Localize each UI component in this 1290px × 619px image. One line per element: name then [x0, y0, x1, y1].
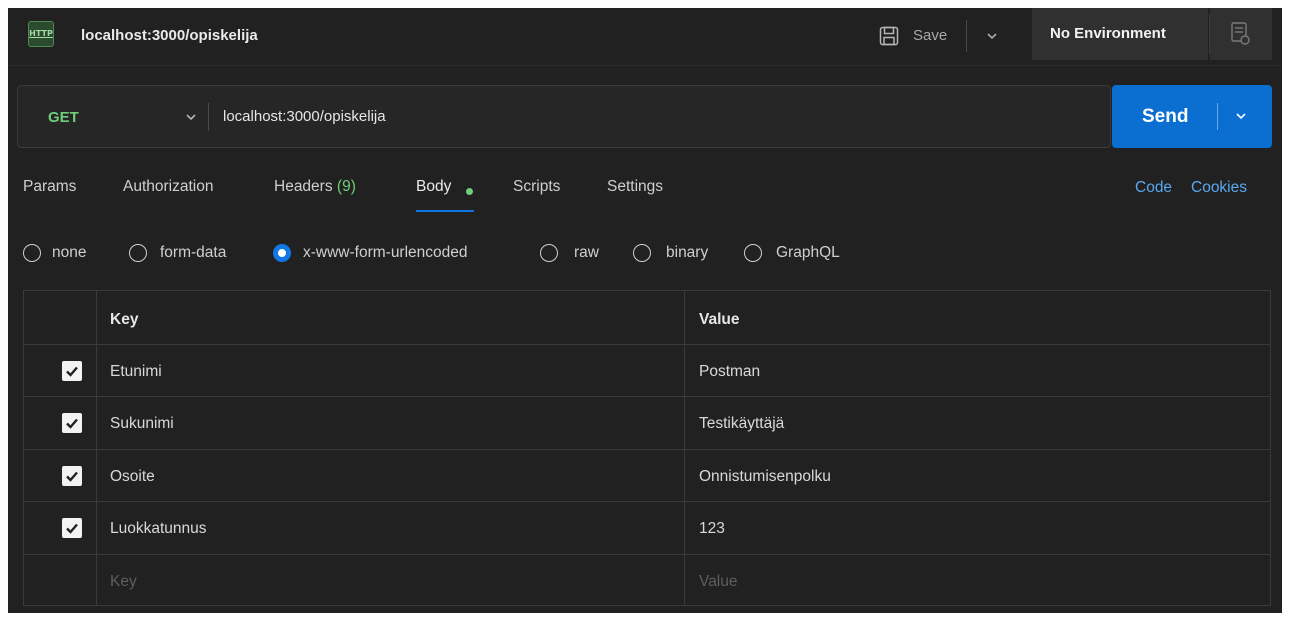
- method-selector[interactable]: GET: [48, 109, 79, 126]
- checkbox-checked-icon: [66, 418, 78, 429]
- row-value[interactable]: Testikäyttäjä: [699, 415, 784, 433]
- table-row-new: Key Value: [24, 555, 1270, 607]
- tab-headers-label: Headers: [274, 178, 333, 195]
- row-key[interactable]: Osoite: [110, 468, 155, 486]
- key-value-table: Key Value Etunimi Postman Sukunimi Testi…: [23, 290, 1271, 606]
- table-row: Luokkatunnus 123: [24, 502, 1270, 554]
- radio-x-www-form-urlencoded[interactable]: [273, 244, 291, 262]
- divider: [966, 20, 967, 52]
- chevron-down-icon[interactable]: [980, 24, 1004, 48]
- send-label: Send: [1142, 106, 1189, 127]
- radio-form-data[interactable]: [129, 244, 147, 262]
- radio-x-www-form-urlencoded-label[interactable]: x-www-form-urlencoded: [303, 244, 468, 262]
- row-enabled-checkbox[interactable]: [62, 361, 82, 381]
- radio-form-data-label[interactable]: form-data: [160, 244, 226, 262]
- tab-scripts[interactable]: Scripts: [513, 178, 560, 196]
- http-icon: HTTP: [28, 21, 54, 47]
- tab-headers[interactable]: Headers (9): [274, 178, 356, 196]
- request-title-bar: HTTP localhost:3000/opiskelija Save No E…: [8, 8, 1282, 66]
- body-modified-dot: [466, 188, 473, 195]
- send-button[interactable]: Send: [1112, 85, 1272, 148]
- radio-none-label[interactable]: none: [52, 244, 86, 262]
- table-row: Etunimi Postman: [24, 345, 1270, 397]
- chevron-down-icon[interactable]: [182, 108, 200, 126]
- divider: [208, 103, 209, 131]
- headers-count-badge: (9): [336, 178, 356, 195]
- url-input[interactable]: [223, 108, 1083, 125]
- environment-quicklook-icon: [1231, 22, 1250, 45]
- row-enabled-checkbox[interactable]: [62, 466, 82, 486]
- row-key[interactable]: Etunimi: [110, 363, 162, 381]
- table-row: Osoite Onnistumisenpolku: [24, 450, 1270, 502]
- tab-body[interactable]: Body: [416, 178, 451, 196]
- row-enabled-checkbox[interactable]: [62, 413, 82, 433]
- row-value[interactable]: Postman: [699, 363, 760, 381]
- code-link[interactable]: Code: [1135, 179, 1172, 197]
- radio-graphql-label[interactable]: GraphQL: [776, 244, 840, 262]
- environment-selector[interactable]: No Environment: [1032, 8, 1208, 60]
- tab-settings[interactable]: Settings: [607, 178, 663, 196]
- row-key[interactable]: Luokkatunnus: [110, 520, 207, 538]
- chevron-down-icon[interactable]: [1232, 107, 1250, 125]
- radio-binary[interactable]: [633, 244, 651, 262]
- radio-graphql[interactable]: [744, 244, 762, 262]
- radio-binary-label[interactable]: binary: [666, 244, 708, 262]
- table-row: Sukunimi Testikäyttäjä: [24, 397, 1270, 449]
- tab-params[interactable]: Params: [23, 178, 76, 196]
- postman-request-window: HTTP localhost:3000/opiskelija Save No E…: [8, 8, 1282, 613]
- environment-quicklook-button[interactable]: [1210, 8, 1272, 60]
- row-value[interactable]: 123: [699, 520, 725, 538]
- divider: [1217, 103, 1218, 130]
- radio-raw-label[interactable]: raw: [574, 244, 599, 262]
- radio-raw[interactable]: [540, 244, 558, 262]
- cookies-link[interactable]: Cookies: [1191, 179, 1247, 197]
- active-tab-indicator: [416, 210, 474, 212]
- column-header-key: Key: [110, 311, 139, 328]
- checkbox-checked-icon: [66, 523, 78, 534]
- row-enabled-checkbox[interactable]: [62, 518, 82, 538]
- save-icon[interactable]: [878, 25, 900, 47]
- url-bar: GET: [17, 85, 1111, 148]
- row-value[interactable]: Onnistumisenpolku: [699, 468, 831, 486]
- radio-none[interactable]: [23, 244, 41, 262]
- new-value-input[interactable]: Value: [699, 573, 738, 591]
- new-key-input[interactable]: Key: [110, 573, 137, 591]
- tab-authorization[interactable]: Authorization: [123, 178, 213, 196]
- checkbox-checked-icon: [66, 471, 78, 482]
- column-header-value: Value: [699, 311, 740, 328]
- row-key[interactable]: Sukunimi: [110, 415, 174, 433]
- checkbox-checked-icon: [66, 366, 78, 377]
- request-name[interactable]: localhost:3000/opiskelija: [81, 27, 258, 44]
- save-button[interactable]: Save: [913, 27, 947, 44]
